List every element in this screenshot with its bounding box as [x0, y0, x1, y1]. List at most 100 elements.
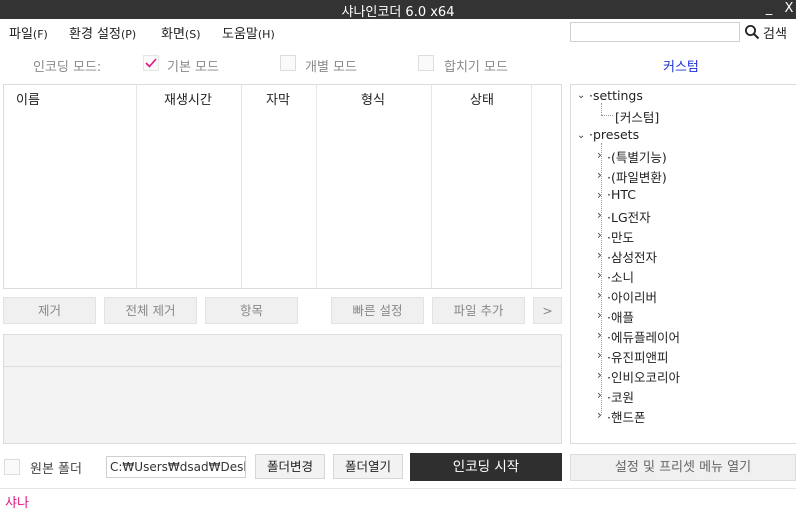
tree-node-preset[interactable]: ·(특별기능) [607, 147, 667, 166]
file-list-table[interactable]: 이름 재생시간 자막 형식 상태 [3, 84, 562, 289]
tree-node-preset[interactable]: ·인비오코리아 [607, 367, 680, 386]
column-divider[interactable] [431, 85, 432, 288]
preset-tree[interactable]: ⌄ ·settings [커스텀] ⌄ ·presets › ·(특별기능) › ·(… [570, 84, 796, 444]
tree-node-preset-label: 코원 [610, 390, 634, 405]
chevron-down-icon[interactable]: ⌄ [577, 130, 585, 141]
status-text: 샤나 [5, 496, 29, 509]
tree-node-preset[interactable]: ·코원 [607, 387, 634, 406]
change-folder-button[interactable]: 폴더변경 [255, 454, 325, 479]
search-input[interactable] [570, 22, 740, 42]
column-divider[interactable] [531, 85, 532, 288]
column-duration[interactable]: 재생시간 [164, 89, 212, 108]
chevron-right-icon[interactable]: › [597, 168, 602, 182]
log-panel [3, 334, 562, 444]
tree-node-presets-label: presets [592, 127, 640, 142]
open-folder-button[interactable]: 폴더열기 [333, 454, 403, 479]
chevron-right-icon[interactable]: › [597, 208, 602, 222]
column-format[interactable]: 형식 [361, 89, 385, 108]
tree-node-preset[interactable]: ·핸드폰 [607, 407, 646, 426]
tree-node-preset[interactable]: ·(파일변환) [607, 167, 667, 186]
merge-mode-checkbox[interactable] [418, 55, 434, 71]
minimize-button[interactable]: _ [762, 0, 776, 19]
menu-view-accel: (S) [184, 28, 201, 41]
tree-node-preset-label: 애플 [610, 310, 634, 325]
status-divider [0, 488, 796, 489]
menu-file-accel: (F) [32, 28, 48, 41]
tree-node-preset[interactable]: ·아이리버 [607, 287, 657, 306]
chevron-down-icon[interactable]: ⌄ [577, 90, 585, 101]
chevron-right-icon[interactable]: › [597, 228, 602, 242]
tree-node-preset-label: (특별기능) [610, 150, 667, 165]
menu-view[interactable]: 화면(S) [161, 23, 201, 42]
menu-preferences[interactable]: 환경 설정(P) [69, 23, 136, 42]
tree-node-preset[interactable]: ·유진피앤피 [607, 347, 669, 366]
tree-line [601, 115, 613, 116]
tree-node-preset-label: (파일변환) [610, 170, 667, 185]
merge-mode-label: 합치기 모드 [444, 60, 508, 75]
custom-link[interactable]: 커스텀 [663, 56, 699, 75]
remove-button[interactable]: 제거 [3, 297, 96, 324]
tree-node-preset-label: 삼성전자 [610, 250, 657, 265]
start-encoding-button[interactable]: 인코딩 시작 [410, 453, 562, 481]
tree-node-preset-label: 소니 [610, 270, 634, 285]
chevron-right-icon[interactable]: › [597, 408, 602, 422]
tree-node-preset-label: 인비오코리아 [610, 370, 680, 385]
column-subtitle[interactable]: 자막 [266, 89, 290, 108]
search-icon[interactable] [744, 24, 760, 40]
menu-preferences-accel: (P) [120, 28, 137, 41]
close-button[interactable]: X [782, 0, 796, 19]
tree-node-preset-label: 에듀플레이어 [610, 330, 680, 345]
tree-node-presets[interactable]: ·presets [589, 127, 639, 142]
individual-mode-label: 개별 모드 [305, 60, 357, 75]
chevron-right-icon[interactable]: › [597, 348, 602, 362]
chevron-right-icon[interactable]: › [597, 188, 602, 202]
search-button[interactable]: 검색 [763, 23, 787, 42]
tree-node-preset-label: LG전자 [610, 210, 651, 225]
encoding-mode-label: 인코딩 모드: [33, 60, 102, 75]
quick-settings-button[interactable]: 빠른 설정 [331, 297, 424, 324]
chevron-right-icon[interactable]: › [597, 268, 602, 282]
menu-help[interactable]: 도움말(H) [222, 23, 275, 42]
menu-help-accel: (H) [257, 28, 275, 41]
menu-preferences-label: 환경 설정 [69, 27, 121, 42]
chevron-right-icon[interactable]: › [597, 328, 602, 342]
menu-help-label: 도움말 [222, 27, 258, 42]
tree-node-preset[interactable]: ·소니 [607, 267, 634, 286]
original-folder-checkbox[interactable] [4, 459, 20, 475]
remove-all-button[interactable]: 전체 제거 [104, 297, 197, 324]
tree-node-settings[interactable]: ·settings [589, 88, 643, 103]
column-name[interactable]: 이름 [16, 89, 40, 108]
menu-file[interactable]: 파일(F) [9, 23, 48, 42]
output-folder-path[interactable]: C:₩Users₩dsad₩Desktop [106, 456, 246, 478]
log-panel-header [4, 335, 561, 367]
menu-view-label: 화면 [161, 27, 185, 42]
chevron-right-icon[interactable]: › [597, 368, 602, 382]
chevron-right-icon[interactable]: › [597, 148, 602, 162]
column-status[interactable]: 상태 [470, 89, 494, 108]
column-divider[interactable] [316, 85, 317, 288]
column-divider[interactable] [136, 85, 137, 288]
tree-node-preset[interactable]: ·에듀플레이어 [607, 327, 680, 346]
title-bar: 샤나인코더 6.0 x64 _ X [0, 0, 796, 20]
tree-node-preset[interactable]: ·HTC [607, 187, 636, 202]
basic-mode-checkbox[interactable] [143, 55, 159, 71]
chevron-right-icon[interactable]: › [597, 308, 602, 322]
chevron-right-icon[interactable]: › [597, 288, 602, 302]
basic-mode-label: 기본 모드 [167, 60, 219, 75]
tree-node-preset-label: HTC [610, 187, 637, 202]
tree-node-preset[interactable]: ·만도 [607, 227, 634, 246]
menu-file-label: 파일 [9, 27, 33, 42]
chevron-right-icon[interactable]: › [597, 388, 602, 402]
items-button[interactable]: 항목 [205, 297, 298, 324]
tree-node-preset[interactable]: ·삼성전자 [607, 247, 657, 266]
more-button[interactable]: > [533, 297, 562, 324]
tree-node-preset[interactable]: ·애플 [607, 307, 634, 326]
add-file-button[interactable]: 파일 추가 [432, 297, 525, 324]
settings-preset-menu-button[interactable]: 설정 및 프리셋 메뉴 열기 [570, 454, 796, 481]
tree-node-custom[interactable]: [커스텀] [615, 107, 659, 126]
tree-node-preset-label: 핸드폰 [610, 410, 646, 425]
column-divider[interactable] [241, 85, 242, 288]
tree-node-preset[interactable]: ·LG전자 [607, 207, 651, 226]
chevron-right-icon[interactable]: › [597, 248, 602, 262]
individual-mode-checkbox[interactable] [280, 55, 296, 71]
